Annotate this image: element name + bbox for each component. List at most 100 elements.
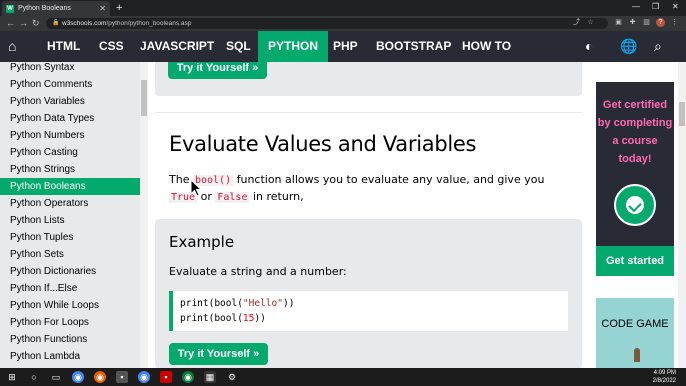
main-content: Try it Yourself » Evaluate Values and Va… [148, 62, 592, 368]
avatar[interactable]: ? [656, 18, 665, 27]
contrast-icon[interactable]: ◐ [585, 38, 593, 54]
share-icon[interactable]: ⤴ [572, 18, 581, 27]
sidebar-item-numbers[interactable]: Python Numbers [0, 127, 140, 144]
mouse-cursor-icon [190, 179, 202, 197]
nav-item-sql[interactable]: SQL [216, 31, 261, 62]
example-panel: Example Evaluate a string and a number: … [155, 219, 582, 368]
w3schools-favicon-icon: W [6, 5, 14, 13]
sidebar-item-sets[interactable]: Python Sets [0, 246, 140, 263]
browser-tab[interactable]: W Python Booleans ✕ [2, 1, 110, 16]
sidebar-item-comments[interactable]: Python Comments [0, 76, 140, 93]
sidebar: Python Syntax Python Comments Python Var… [0, 62, 140, 368]
chrome-active-icon[interactable]: ◉ [138, 371, 150, 383]
url-field[interactable]: 🔒 w3schools.com/python/python_booleans.a… [46, 18, 608, 29]
example-code-block: print(bool("Hello")) print(bool(15)) [169, 291, 568, 331]
nav-item-bootstrap[interactable]: BOOTSTRAP [366, 31, 461, 62]
code-false: False [215, 192, 250, 203]
windows-start-icon[interactable]: ⊞ [6, 371, 18, 383]
url-host: w3schools.com [62, 20, 107, 27]
forward-icon[interactable]: → [19, 18, 28, 29]
extension-icon[interactable]: ▣ [614, 18, 623, 27]
calculator-icon[interactable]: ▦ [204, 371, 216, 383]
code-game-ad[interactable]: CODE GAME [596, 298, 674, 368]
sidebar-item-booleans[interactable]: Python Booleans [0, 178, 140, 195]
sidebar-item-lists[interactable]: Python Lists [0, 212, 140, 229]
sidebar-item-variables[interactable]: Python Variables [0, 93, 140, 110]
nav-item-php[interactable]: PHP [323, 31, 368, 62]
intro-paragraph: The bool() function allows you to evalua… [169, 172, 574, 206]
para-text-pre: The [169, 173, 190, 186]
minimize-icon[interactable]: — [632, 2, 640, 11]
site-top-nav: ⌂ HTML CSS JAVASCRIPT SQL PYTHON PHP BOO… [0, 31, 686, 62]
sidebar-item-dictionaries[interactable]: Python Dictionaries [0, 263, 140, 280]
app-icon[interactable]: ▪ [116, 371, 128, 383]
para-text-post: in return, [252, 190, 304, 203]
taskbar-clock[interactable]: 4:09 PM 2/8/2022 [653, 369, 676, 385]
tab-close-icon[interactable]: ✕ [99, 1, 106, 16]
code-line-2: print(bool(15)) [180, 313, 266, 324]
sidebar-item-while-loops[interactable]: Python While Loops [0, 297, 140, 314]
browser-tab-bar: W Python Booleans ✕ + — ❐ ✕ [0, 0, 686, 16]
para-text-mid: function allows you to evaluate any valu… [236, 173, 545, 186]
previous-example-panel: Try it Yourself » [155, 62, 582, 96]
lock-icon: 🔒 [52, 20, 60, 26]
sidebar-item-operators[interactable]: Python Operators [0, 195, 140, 212]
app-red-icon[interactable]: ▪ [160, 371, 172, 383]
taskbar-search-icon[interactable]: ○ [28, 371, 40, 383]
reload-icon[interactable]: ↻ [32, 18, 40, 29]
maximize-icon[interactable]: ❐ [652, 2, 659, 11]
sidebar-item-lambda[interactable]: Python Lambda [0, 348, 140, 365]
try-it-yourself-button-top[interactable]: Try it Yourself » [168, 62, 267, 79]
home-icon[interactable]: ⌂ [8, 38, 16, 54]
menu-dots-icon[interactable]: ⋮ [670, 18, 679, 27]
code-line-1: print(bool("Hello")) [180, 298, 295, 309]
page-scrollbar[interactable] [678, 62, 686, 368]
back-icon[interactable]: ← [6, 18, 15, 29]
sidebar-item-data-types[interactable]: Python Data Types [0, 110, 140, 127]
nav-item-css[interactable]: CSS [89, 31, 134, 62]
nav-item-how-to[interactable]: HOW TO [452, 31, 521, 62]
sidebar-item-functions[interactable]: Python Functions [0, 331, 140, 348]
address-bar-row: ← → ↻ 🔒 w3schools.com/python/python_bool… [0, 16, 686, 31]
os-taskbar: ⊞ ○ ▭ ◉ ◉ ▪ ◉ ▪ ◉ ▦ ⚙ 4:09 PM 2/8/2022 [0, 368, 686, 386]
example-title: Example [169, 233, 235, 251]
new-tab-icon[interactable]: + [116, 1, 122, 15]
sidebar-panel-icon[interactable]: ▥ [642, 18, 651, 27]
nav-item-python[interactable]: PYTHON [258, 31, 329, 62]
search-icon[interactable]: ⌕ [654, 38, 662, 55]
example-description: Evaluate a string and a number: [169, 265, 347, 278]
window-close-icon[interactable]: ✕ [672, 2, 679, 11]
sidebar-item-casting[interactable]: Python Casting [0, 144, 140, 161]
get-started-button[interactable]: Get started [596, 246, 674, 276]
clock-date: 2/8/2022 [652, 378, 676, 384]
sidebar-scrollbar-thumb[interactable] [141, 80, 147, 116]
sidebar-scrollbar[interactable] [140, 62, 148, 368]
url-path: /python/python_booleans.asp [106, 20, 192, 27]
task-view-icon[interactable]: ▭ [50, 371, 62, 383]
sidebar-item-tuples[interactable]: Python Tuples [0, 229, 140, 246]
settings-icon[interactable]: ⚙ [226, 371, 238, 383]
globe-icon[interactable]: 🌐 [620, 38, 637, 55]
app-green-icon[interactable]: ◉ [182, 371, 194, 383]
try-it-yourself-button[interactable]: Try it Yourself » [169, 343, 268, 365]
page-scrollbar-thumb[interactable] [679, 102, 685, 126]
sidebar-item-if-else[interactable]: Python If...Else [0, 280, 140, 297]
sidebar-item-strings[interactable]: Python Strings [0, 161, 140, 178]
para-text-or: or [200, 190, 212, 203]
certificate-badge-icon [614, 184, 656, 226]
game-figure-icon [634, 348, 640, 362]
firefox-icon[interactable]: ◉ [94, 371, 106, 383]
ad-text: Get certified by completing a course tod… [597, 99, 673, 165]
nav-item-javascript[interactable]: JAVASCRIPT [130, 31, 224, 62]
nav-item-html[interactable]: HTML [37, 31, 90, 62]
tab-title: Python Booleans [18, 5, 71, 12]
chrome-icon[interactable]: ◉ [72, 371, 84, 383]
sidebar-item-for-loops[interactable]: Python For Loops [0, 314, 140, 331]
certification-ad[interactable]: Get certified by completing a course tod… [596, 82, 674, 276]
code-game-title: CODE GAME [601, 318, 669, 330]
puzzle-icon[interactable]: ✚ [628, 18, 637, 27]
star-icon[interactable]: ☆ [586, 18, 595, 27]
page-heading: Evaluate Values and Variables [169, 132, 477, 156]
clock-time: 4:09 PM [653, 370, 676, 376]
sidebar-item-syntax[interactable]: Python Syntax [0, 62, 140, 76]
